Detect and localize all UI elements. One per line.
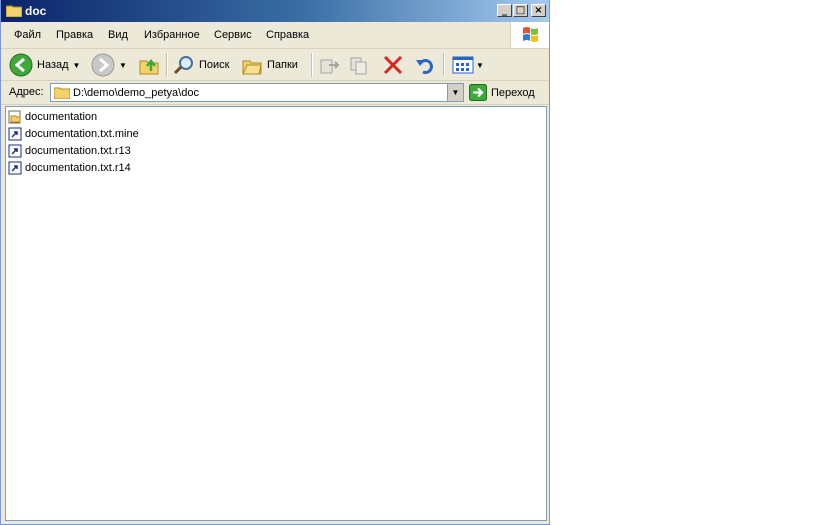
copy-to-button[interactable] <box>349 53 371 77</box>
menu-file[interactable]: Файл <box>14 29 41 41</box>
explorer-window: doc _ □ × Файл Правка Вид Избранное Серв… <box>0 0 550 525</box>
views-button[interactable]: ▼ <box>452 53 484 77</box>
back-dropdown-icon[interactable]: ▼ <box>73 61 81 70</box>
back-arrow-icon <box>9 53 33 77</box>
file-name: documentation.txt.mine <box>25 128 139 140</box>
menu-favorites[interactable]: Избранное <box>144 29 200 41</box>
window-title: doc <box>25 4 47 18</box>
address-label: Адрес: <box>9 86 44 98</box>
file-name: documentation.txt.r14 <box>25 162 131 174</box>
folders-icon <box>242 60 262 75</box>
address-value: D:\demo\demo_petya\doc <box>73 87 199 99</box>
copy-to-icon <box>350 57 367 75</box>
file-name: documentation.txt.r13 <box>25 145 131 157</box>
menu-view[interactable]: Вид <box>108 29 128 41</box>
move-to-button[interactable] <box>319 53 341 77</box>
forward-dropdown-icon[interactable]: ▼ <box>119 61 127 70</box>
file-name: documentation <box>25 111 98 123</box>
folder-up-icon <box>139 58 159 75</box>
windows-flag-icon <box>523 27 538 42</box>
file-list[interactable]: documentation documentation.txt.mine doc… <box>5 106 547 521</box>
forward-arrow-icon <box>91 53 115 77</box>
toolbar-separator <box>311 53 313 77</box>
undo-button[interactable] <box>414 53 436 77</box>
menu-bar: Файл Правка Вид Избранное Сервис Справка <box>1 22 549 49</box>
menu-edit[interactable]: Правка <box>56 29 93 41</box>
close-button[interactable]: × <box>531 4 546 17</box>
folders-label: Папки <box>267 59 298 71</box>
delete-x-icon <box>383 55 403 75</box>
title-bar[interactable]: doc _ □ × <box>1 0 549 22</box>
toolbar-separator <box>166 53 168 77</box>
menu-help[interactable]: Справка <box>266 29 309 41</box>
go-arrow-icon <box>469 84 487 101</box>
forward-button[interactable]: ▼ <box>91 53 127 77</box>
maximize-button[interactable]: □ <box>513 4 528 17</box>
shortcut-file-icon <box>8 144 22 158</box>
address-input[interactable]: D:\demo\demo_petya\doc ▼ <box>50 83 464 102</box>
shortcut-file-icon <box>8 127 22 141</box>
list-item[interactable]: documentation <box>8 109 97 125</box>
menu-tools[interactable]: Сервис <box>214 29 252 41</box>
address-bar: Адрес: D:\demo\demo_petya\doc ▼ Переход <box>1 81 549 105</box>
toolbar-separator <box>443 53 445 77</box>
windows-logo <box>510 22 549 48</box>
back-button[interactable]: Назад ▼ <box>9 53 80 77</box>
go-button[interactable]: Переход <box>469 83 535 102</box>
folders-button[interactable]: Папки <box>241 53 298 77</box>
toolbar: Назад ▼ ▼ Поиск Папки ▼ <box>1 49 549 81</box>
views-icon <box>452 56 474 74</box>
back-label: Назад <box>37 59 69 71</box>
undo-icon <box>416 59 433 74</box>
move-to-icon <box>320 59 340 74</box>
delete-button[interactable] <box>382 53 404 77</box>
up-folder-button[interactable] <box>138 53 160 77</box>
list-item[interactable]: documentation.txt.r13 <box>8 143 131 159</box>
address-dropdown-button[interactable]: ▼ <box>447 84 463 101</box>
search-icon <box>173 56 193 75</box>
minimize-button[interactable]: _ <box>497 4 512 17</box>
search-button[interactable]: Поиск <box>173 53 229 77</box>
list-item[interactable]: documentation.txt.mine <box>8 126 139 142</box>
views-dropdown-icon[interactable]: ▼ <box>476 61 484 70</box>
folder-icon <box>54 87 70 99</box>
folder-icon <box>6 5 22 17</box>
shortcut-file-icon <box>8 161 22 175</box>
list-item[interactable]: documentation.txt.r14 <box>8 160 131 176</box>
go-label: Переход <box>491 86 535 99</box>
folder-icon <box>8 110 21 124</box>
search-label: Поиск <box>199 59 230 71</box>
